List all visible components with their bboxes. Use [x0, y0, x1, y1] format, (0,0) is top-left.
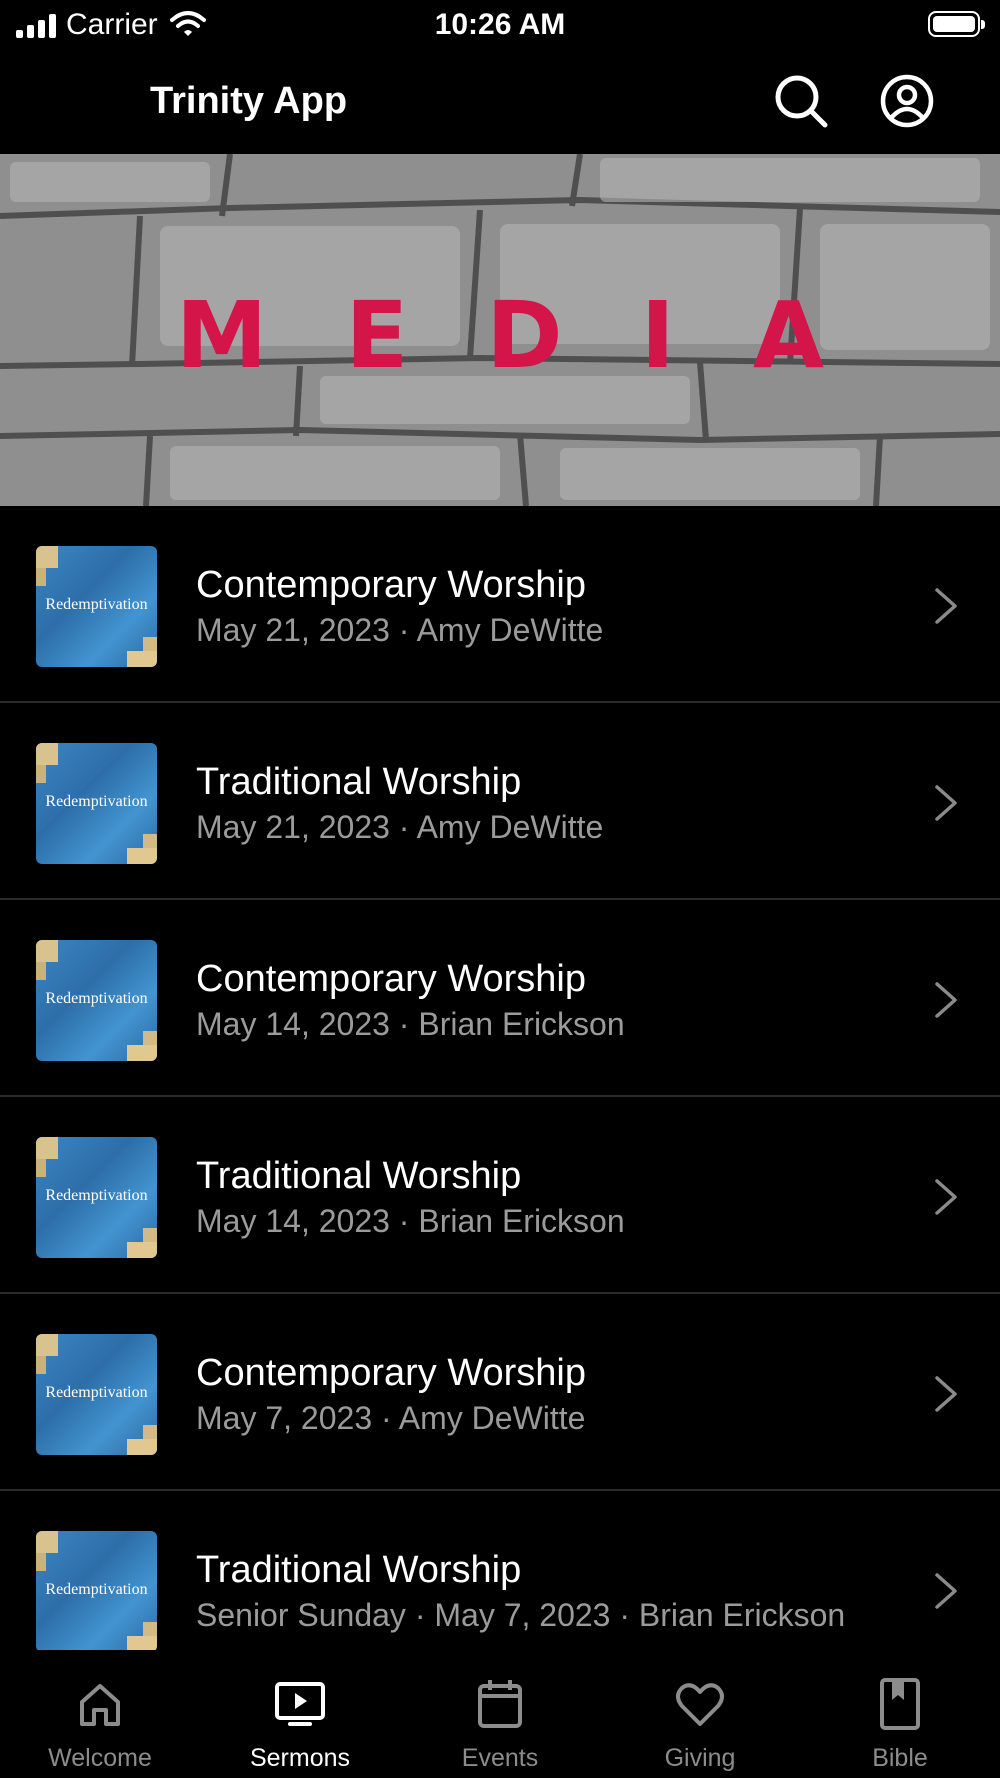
tab-label: Events: [461, 1744, 539, 1772]
tab-label: Giving: [664, 1744, 736, 1772]
heart-icon: [676, 1683, 724, 1726]
sermon-subtitle: May 14, 2023 · Brian Erickson: [196, 1006, 625, 1042]
chevron-right-icon: [935, 982, 957, 1018]
tab-label: Welcome: [48, 1744, 152, 1772]
thumbnail-text: Redemptivation: [45, 1187, 148, 1204]
calendar-icon: [478, 1680, 522, 1728]
sermon-row[interactable]: Redemptivation Contemporary Worship May …: [0, 900, 1000, 1097]
search-icon[interactable]: [772, 72, 830, 130]
sermon-thumbnail: Redemptivation: [36, 1137, 157, 1258]
sermon-thumbnail: Redemptivation: [36, 743, 157, 864]
app-header: Trinity App: [0, 50, 1000, 154]
tab-bible[interactable]: Bible: [800, 1650, 1000, 1778]
tab-events[interactable]: Events: [400, 1650, 600, 1778]
chevron-right-icon: [935, 1179, 957, 1215]
sermon-subtitle: May 21, 2023 · Amy DeWitte: [196, 612, 604, 648]
thumbnail-text: Redemptivation: [45, 793, 148, 810]
chevron-right-icon: [935, 1573, 957, 1609]
sermon-thumbnail: Redemptivation: [36, 1531, 157, 1652]
tab-sermons[interactable]: Sermons: [200, 1650, 400, 1778]
profile-icon[interactable]: [878, 72, 936, 130]
status-bar: Carrier 10:26 AM: [0, 0, 1000, 50]
sermon-thumbnail: Redemptivation: [36, 1334, 157, 1455]
home-icon: [80, 1684, 120, 1726]
tab-label: Bible: [872, 1744, 928, 1772]
sermon-row[interactable]: Redemptivation Contemporary Worship May …: [0, 1294, 1000, 1491]
sermon-row[interactable]: Redemptivation Contemporary Worship May …: [0, 506, 1000, 703]
sermon-subtitle: May 21, 2023 · Amy DeWitte: [196, 809, 604, 845]
sermon-title: Contemporary Worship: [196, 958, 587, 1000]
sermon-thumbnail: Redemptivation: [36, 546, 157, 667]
sermon-subtitle: May 7, 2023 · Amy DeWitte: [196, 1400, 586, 1436]
chevron-right-icon: [935, 588, 957, 624]
thumbnail-text: Redemptivation: [45, 596, 148, 613]
tab-label: Sermons: [249, 1744, 351, 1772]
chevron-right-icon: [935, 785, 957, 821]
sermon-title: Contemporary Worship: [196, 564, 587, 606]
play-tv-icon: [275, 1682, 325, 1726]
tab-bar: Welcome Sermons Events Giving Bible: [0, 1650, 1000, 1778]
sermon-title: Contemporary Worship: [196, 1352, 587, 1394]
tab-giving[interactable]: Giving: [600, 1650, 800, 1778]
sermon-title: Traditional Worship: [196, 761, 522, 803]
sermon-subtitle: Senior Sunday · May 7, 2023 · Brian Eric…: [196, 1597, 846, 1633]
sermon-row[interactable]: Redemptivation Traditional Worship May 1…: [0, 1097, 1000, 1294]
banner-title: MEDIA: [175, 282, 903, 389]
chevron-right-icon: [935, 1376, 957, 1412]
sermon-list: Redemptivation Contemporary Worship May …: [0, 506, 1000, 1688]
sermon-row[interactable]: Redemptivation Traditional Worship May 2…: [0, 703, 1000, 900]
sermon-title: Traditional Worship: [196, 1155, 522, 1197]
thumbnail-text: Redemptivation: [45, 1581, 148, 1598]
media-banner: MEDIA: [0, 154, 1000, 506]
thumbnail-text: Redemptivation: [45, 990, 148, 1007]
book-icon: [880, 1678, 920, 1730]
clock: 10:26 AM: [434, 8, 566, 41]
sermon-subtitle: May 14, 2023 · Brian Erickson: [196, 1203, 625, 1239]
tab-welcome[interactable]: Welcome: [0, 1650, 200, 1778]
battery-icon: [928, 11, 985, 37]
thumbnail-text: Redemptivation: [45, 1384, 148, 1401]
app-title: Trinity App: [150, 80, 348, 122]
sermon-thumbnail: Redemptivation: [36, 940, 157, 1061]
sermon-title: Traditional Worship: [196, 1549, 522, 1591]
